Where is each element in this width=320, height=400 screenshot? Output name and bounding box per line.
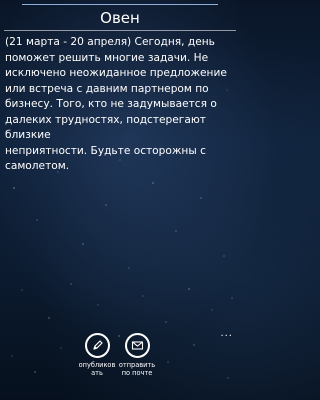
title-divider xyxy=(4,30,236,31)
header-accent-line xyxy=(22,4,218,5)
app-bar: опубликов ать отправить по почте ... xyxy=(0,328,240,400)
email-button-label: отправить по почте xyxy=(118,361,156,377)
pencil-icon xyxy=(84,333,110,358)
horoscope-text: (21 марта - 20 апреля) Сегодня, день пом… xyxy=(5,36,227,172)
email-button[interactable]: отправить по почте xyxy=(107,333,167,377)
page-title: Овен xyxy=(100,9,140,27)
more-options-button[interactable]: ... xyxy=(220,329,233,339)
envelope-icon xyxy=(124,333,150,358)
